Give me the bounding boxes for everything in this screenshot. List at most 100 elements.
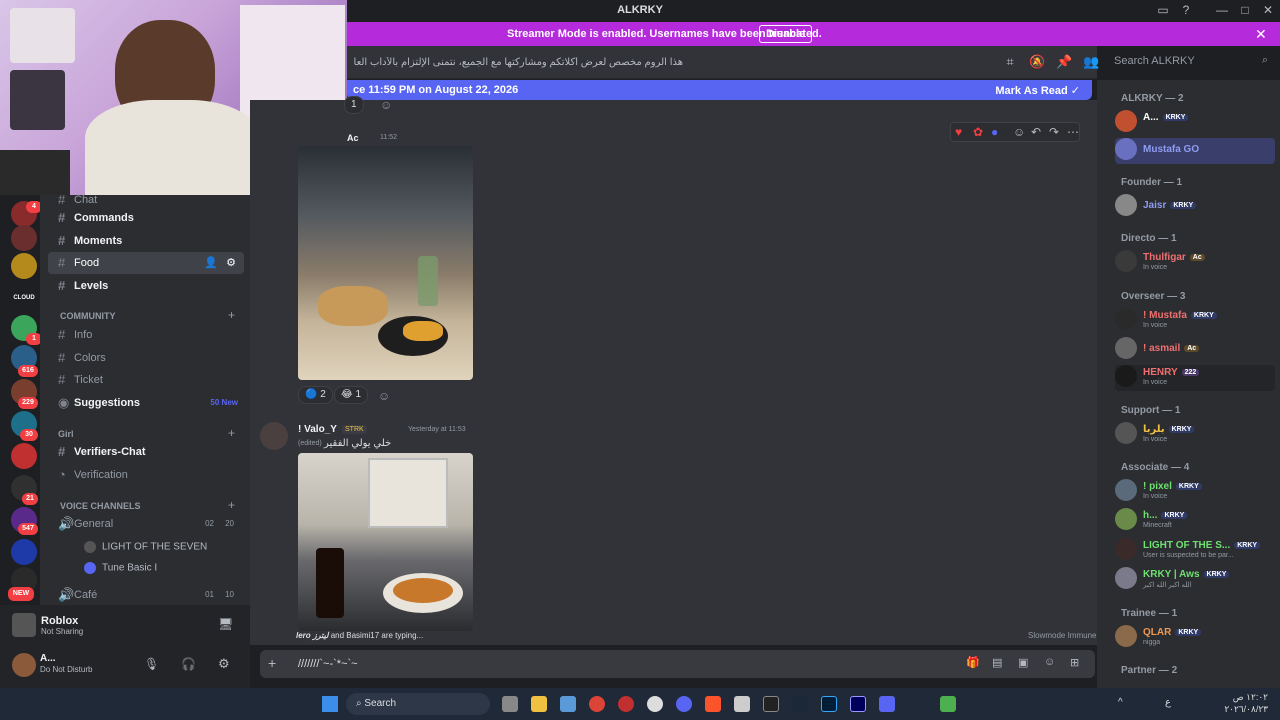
message-composer[interactable]: + ///////`~-`*~`~ 🎁 ▤ ▣ ☺ ⊞	[260, 650, 1095, 678]
minimize-icon[interactable]: —	[1214, 3, 1230, 19]
discord-icon[interactable]	[676, 696, 692, 712]
language-indicator[interactable]: ع	[1165, 697, 1171, 708]
store-icon[interactable]	[560, 696, 576, 712]
member-item[interactable]: ! pixel KRKY In voice	[1115, 479, 1275, 505]
channel-ticket[interactable]: # Ticket	[48, 369, 244, 391]
add-channel-icon[interactable]: +	[228, 426, 235, 440]
avatar[interactable]	[260, 422, 288, 450]
taskbar-search[interactable]: ⌕ Search	[346, 693, 490, 715]
category-girl[interactable]: Girl	[58, 429, 74, 439]
add-reaction-icon[interactable]: ☺	[378, 389, 390, 403]
threads-icon[interactable]: ⌗	[1002, 54, 1018, 70]
channel-levels[interactable]: # Levels	[48, 275, 244, 297]
close-icon[interactable]: ✕	[1260, 3, 1276, 19]
maximize-icon[interactable]: □	[1237, 3, 1253, 19]
more-icon[interactable]: ⋯	[1067, 125, 1079, 139]
avatar[interactable]	[12, 653, 36, 677]
rose-icon[interactable]: ✿	[973, 125, 983, 139]
help-icon[interactable]: ?	[1178, 3, 1194, 19]
app-icon[interactable]	[647, 696, 663, 712]
category-community[interactable]: COMMUNITY	[60, 311, 116, 321]
members-icon[interactable]: 👥	[1083, 54, 1099, 70]
member-item[interactable]: h... KRKY Minecraft	[1115, 508, 1275, 534]
server-icon[interactable]: CLOUD	[11, 285, 37, 311]
app-icon[interactable]	[734, 696, 750, 712]
chevron-up-icon[interactable]: ^	[1118, 697, 1123, 708]
brave-icon[interactable]	[705, 696, 721, 712]
voice-user[interactable]: Tune Basic I	[84, 562, 157, 574]
apps-icon[interactable]: ⊞	[1070, 656, 1079, 669]
server-icon[interactable]	[11, 225, 37, 251]
steam-icon[interactable]	[792, 696, 808, 712]
food-image[interactable]	[298, 146, 473, 380]
heart-icon[interactable]: ♥	[955, 125, 962, 139]
message-author[interactable]: Ac	[347, 133, 359, 143]
channel-moments[interactable]: # Moments	[48, 230, 244, 252]
search-input[interactable]: Search ALKRKY ⌕	[1108, 51, 1274, 73]
server-icon[interactable]	[11, 539, 37, 565]
gift-icon[interactable]: 🎁	[966, 656, 980, 669]
mute-icon[interactable]: 🔕	[1029, 54, 1045, 70]
mark-as-read-button[interactable]: Mark As Read ✓	[995, 84, 1080, 97]
channel-food[interactable]: # Food 👤 ⚙	[48, 252, 244, 274]
minecraft-icon[interactable]	[940, 696, 956, 712]
reaction[interactable]: 1	[344, 96, 364, 114]
chrome-icon[interactable]	[589, 696, 605, 712]
add-channel-icon[interactable]: +	[228, 498, 235, 512]
emoji-icon[interactable]: ●	[991, 125, 998, 139]
member-item[interactable]: Mustafa GO	[1115, 138, 1275, 164]
food-image[interactable]	[298, 453, 473, 631]
disable-streamer-button[interactable]: Disable	[759, 25, 813, 43]
server-icon[interactable]	[11, 443, 37, 469]
sticker-icon[interactable]: ▣	[1018, 656, 1028, 669]
member-item[interactable]: QLAR KRKY nigga	[1115, 625, 1275, 651]
reaction[interactable]: 🔵 2	[298, 386, 333, 404]
file-explorer-icon[interactable]	[531, 696, 547, 712]
gif-icon[interactable]: ▤	[992, 656, 1002, 669]
add-reaction-icon[interactable]: ☺	[380, 98, 392, 112]
reaction[interactable]: 😂 1	[334, 386, 369, 404]
channel-info[interactable]: # Info	[48, 324, 244, 346]
clock-date[interactable]: ٢٠٢٦/٠٨/٢٣	[1218, 704, 1268, 715]
channel-commands[interactable]: # Commands	[48, 207, 244, 229]
task-view-icon[interactable]	[502, 696, 518, 712]
member-item[interactable]: HENRY 222 In voice	[1115, 365, 1275, 391]
screen-share-icon[interactable]: 🖥	[218, 617, 233, 631]
inbox-icon[interactable]: ▭	[1155, 3, 1171, 19]
channel-colors[interactable]: # Colors	[48, 347, 244, 369]
photoshop-icon[interactable]	[821, 696, 837, 712]
voice-channel-cafe[interactable]: 🔊 Café 01 10	[48, 584, 244, 606]
clock-time[interactable]: ١٢:٠٢ ص	[1228, 692, 1268, 703]
add-reaction-icon[interactable]: ☺	[1013, 125, 1025, 139]
server-icon[interactable]	[11, 253, 37, 279]
member-item[interactable]: ! asmail Ac	[1115, 337, 1275, 363]
app-icon[interactable]	[618, 696, 634, 712]
pin-icon[interactable]: 📌	[1056, 54, 1072, 70]
start-icon[interactable]	[322, 696, 338, 712]
add-attachment-icon[interactable]: +	[268, 655, 276, 671]
reply-icon[interactable]: ↶	[1031, 125, 1041, 139]
category-voice[interactable]: VOICE CHANNELS	[60, 501, 141, 511]
channel-suggestions[interactable]: ◉ Suggestions 50 New	[48, 392, 244, 414]
voice-user[interactable]: LIGHT OF THE SEVEN	[84, 541, 207, 553]
channel-verifiers-chat[interactable]: # Verifiers-Chat	[48, 441, 244, 463]
member-item[interactable]: A... KRKY	[1115, 110, 1275, 136]
member-item[interactable]: ! Mustafa KRKY In voice	[1115, 308, 1275, 334]
message-input[interactable]: ///////`~-`*~`~	[298, 658, 358, 670]
premiere-icon[interactable]	[850, 696, 866, 712]
new-messages-bar[interactable]: ce 11:59 PM on August 22, 2026 Mark As R…	[347, 80, 1092, 100]
gear-icon[interactable]: ⚙	[218, 656, 230, 672]
member-item[interactable]: KRKY | Aws KRKY الله اكبر الله اكبر	[1115, 567, 1275, 593]
member-item[interactable]: بلربا KRKY In voice	[1115, 422, 1275, 448]
member-item[interactable]: LIGHT OF THE S... KRKY User is suspected t…	[1115, 538, 1275, 564]
forward-icon[interactable]: ↷	[1049, 125, 1059, 139]
gear-icon[interactable]: ⚙	[226, 252, 236, 274]
headphones-icon[interactable]: 🎧	[181, 657, 196, 671]
member-item[interactable]: Jaisr KRKY	[1115, 194, 1275, 220]
voice-channel-general[interactable]: 🔊 General 02 20	[48, 513, 244, 535]
channel-verification[interactable]: ◔ Verification	[48, 464, 244, 486]
close-icon[interactable]: ✕	[1255, 26, 1267, 43]
app-icon[interactable]	[879, 696, 895, 712]
member-item[interactable]: Thulfigar Ac In voice	[1115, 250, 1275, 276]
channel-topic[interactable]: هذا الروم مخصص لعرض أكلاتكم ومشاركتها مع…	[353, 57, 683, 68]
